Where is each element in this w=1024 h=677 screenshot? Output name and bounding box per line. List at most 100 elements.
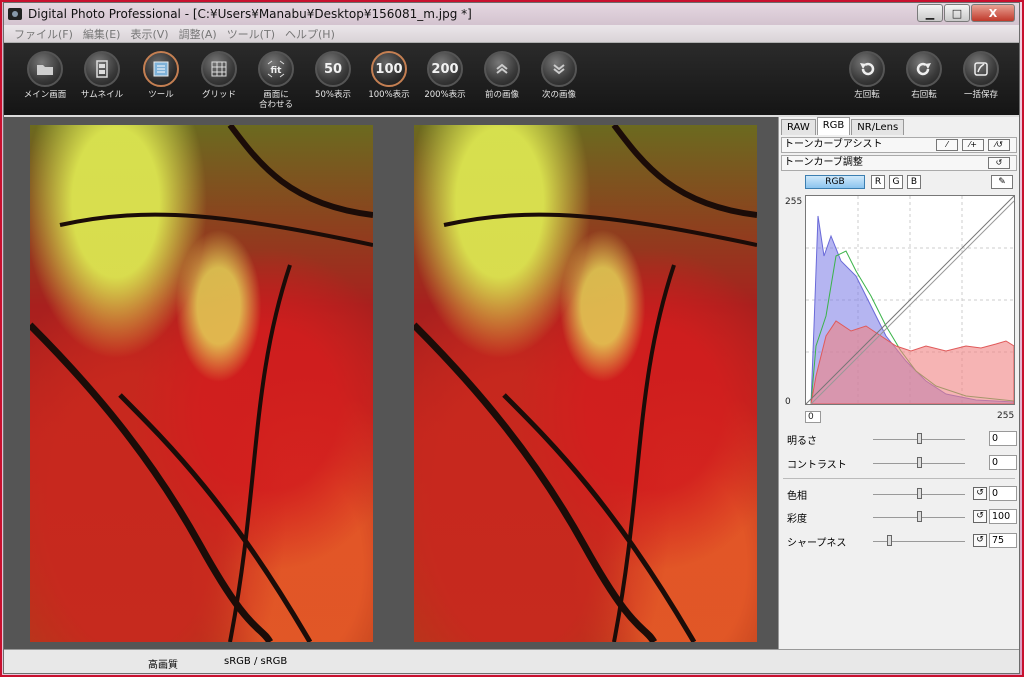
thumbnail-icon [84,51,120,87]
tab-rgb[interactable]: RGB [816,117,851,135]
chevron-up-icon [484,51,520,87]
tool-batch-save[interactable]: 一括保存 [952,51,1010,100]
zoom-100-icon: 100 [371,51,407,87]
panel-divider [783,478,1015,479]
eyedropper-icon[interactable]: ✎ [991,175,1013,189]
tone-curve-graph[interactable] [805,195,1015,405]
channel-b-button[interactable]: B [907,175,921,189]
tab-raw[interactable]: RAW [781,119,816,135]
contrast-slider-row: コントラスト 0 [787,454,1017,472]
tool-palette-icon [143,51,179,87]
tool-tool-palette[interactable]: ツール [132,51,190,100]
rotate-right-icon [906,51,942,87]
channel-rgb-button[interactable]: RGB [805,175,865,189]
zoom-50-icon: 50 [315,51,351,87]
tool-previous-image[interactable]: 前の画像 [473,51,531,100]
tool-fit-to-screen[interactable]: fit 画面に 合わせる [247,51,305,110]
brightness-slider-row: 明るさ 0 [787,430,1017,448]
saturation-label: 彩度 [787,514,807,525]
channel-selector: RGB R G B ✎ [781,173,1017,191]
maximize-button[interactable]: □ [944,4,970,22]
title-bar[interactable]: Digital Photo Professional - [C:¥Users¥M… [4,3,1019,25]
svg-text:fit: fit [271,66,283,76]
tone-curve-adjust-row: トーンカーブ調整 ↺ [781,155,1017,171]
menu-bar: ファイル(F) 編集(E) 表示(V) 調整(A) ツール(T) ヘルプ(H) [4,25,1019,43]
batch-save-icon [963,51,999,87]
branches-overlay-left [30,125,373,642]
sharpness-thumb[interactable] [887,535,892,546]
tool-next-image[interactable]: 次の画像 [530,51,588,100]
graph-y-min: 0 [785,397,791,407]
folder-icon [27,51,63,87]
tool-grid[interactable]: グリッド [190,51,248,100]
tool-main-window[interactable]: メイン画面 [16,51,74,100]
graph-x-max: 255 [997,411,1015,421]
tab-nr-lens[interactable]: NR/Lens [851,119,905,135]
tool-zoom-50[interactable]: 50 50%表示 [304,51,362,100]
contrast-value[interactable]: 0 [989,455,1017,470]
reset-icon[interactable]: ↺ [988,157,1010,169]
saturation-value[interactable]: 100 [989,509,1017,524]
panel-tabs: RAW RGB NR/Lens [781,117,905,135]
brightness-thumb[interactable] [917,433,922,444]
tool-palette-panel: RAW RGB NR/Lens トーンカーブアシスト ⁄ ⁄+ ⁄↺ トーンカー… [778,117,1019,649]
hue-slider-row: 色相 ↺ 0 [787,485,1017,503]
tool-rotate-left[interactable]: 左回転 [838,51,896,100]
sharpness-slider-row: シャープネス ↺ 75 [787,532,1017,550]
hue-label: 色相 [787,491,807,502]
hue-reset-icon[interactable]: ↺ [973,487,987,500]
brightness-value[interactable]: 0 [989,431,1017,446]
window-title: Digital Photo Professional - [C:¥Users¥M… [28,7,472,21]
zoom-200-icon: 200 [427,51,463,87]
graph-x-min: 0 [805,411,821,423]
saturation-thumb[interactable] [917,511,922,522]
original-photo[interactable] [30,125,373,642]
menu-file[interactable]: ファイル(F) [14,26,73,42]
adjusted-photo[interactable] [414,125,757,642]
toolbar: メイン画面 サムネイル ツール グリッド fit 画面に 合わせる 50 50%… [4,43,1019,115]
tool-zoom-200[interactable]: 200 200%表示 [416,51,474,100]
curve-assist-add-button[interactable]: ⁄+ [962,139,984,151]
tool-rotate-right[interactable]: 右回転 [895,51,953,100]
status-color-space: sRGB / sRGB [224,656,288,667]
status-quality: 高画質 [148,660,178,671]
contrast-thumb[interactable] [917,457,922,468]
curve-assist-reset-button[interactable]: ⁄↺ [988,139,1010,151]
curve-assist-linear-button[interactable]: ⁄ [936,139,958,151]
sharpness-label: シャープネス [787,538,847,549]
brightness-label: 明るさ [787,436,817,447]
tone-curve-adjust-label: トーンカーブ調整 [784,157,863,168]
menu-view[interactable]: 表示(V) [130,26,168,42]
close-button[interactable]: X [971,4,1015,22]
channel-r-button[interactable]: R [871,175,885,189]
camera-app-icon [8,8,22,20]
histogram-svg [805,195,1015,405]
tool-zoom-100[interactable]: 100 100%表示 [360,51,418,100]
saturation-reset-icon[interactable]: ↺ [973,510,987,523]
tone-curve-assist-label: トーンカーブアシスト [784,139,883,150]
hue-thumb[interactable] [917,488,922,499]
fit-to-screen-icon: fit [258,51,294,87]
menu-tools[interactable]: ツール(T) [227,26,275,42]
rotate-left-icon [849,51,885,87]
status-bar: 高画質 sRGB / sRGB [4,649,1019,673]
menu-adjust[interactable]: 調整(A) [179,26,217,42]
menu-edit[interactable]: 編集(E) [83,26,121,42]
sharpness-reset-icon[interactable]: ↺ [973,534,987,547]
tone-curve-assist-row: トーンカーブアシスト ⁄ ⁄+ ⁄↺ [781,137,1017,153]
window-controls: ▁ □ X [916,4,1015,22]
image-viewer [4,117,778,649]
minimize-button[interactable]: ▁ [917,4,943,22]
chevron-down-icon [541,51,577,87]
grid-icon [201,51,237,87]
channel-g-button[interactable]: G [889,175,903,189]
graph-y-max: 255 [785,197,803,207]
sharpness-value[interactable]: 75 [989,533,1017,548]
hue-value[interactable]: 0 [989,486,1017,501]
contrast-label: コントラスト [787,460,847,471]
tool-thumbnail[interactable]: サムネイル [73,51,131,100]
app-window: Digital Photo Professional - [C:¥Users¥M… [3,2,1020,674]
saturation-slider-row: 彩度 ↺ 100 [787,508,1017,526]
branches-overlay-right [414,125,757,642]
menu-help[interactable]: ヘルプ(H) [285,26,335,42]
